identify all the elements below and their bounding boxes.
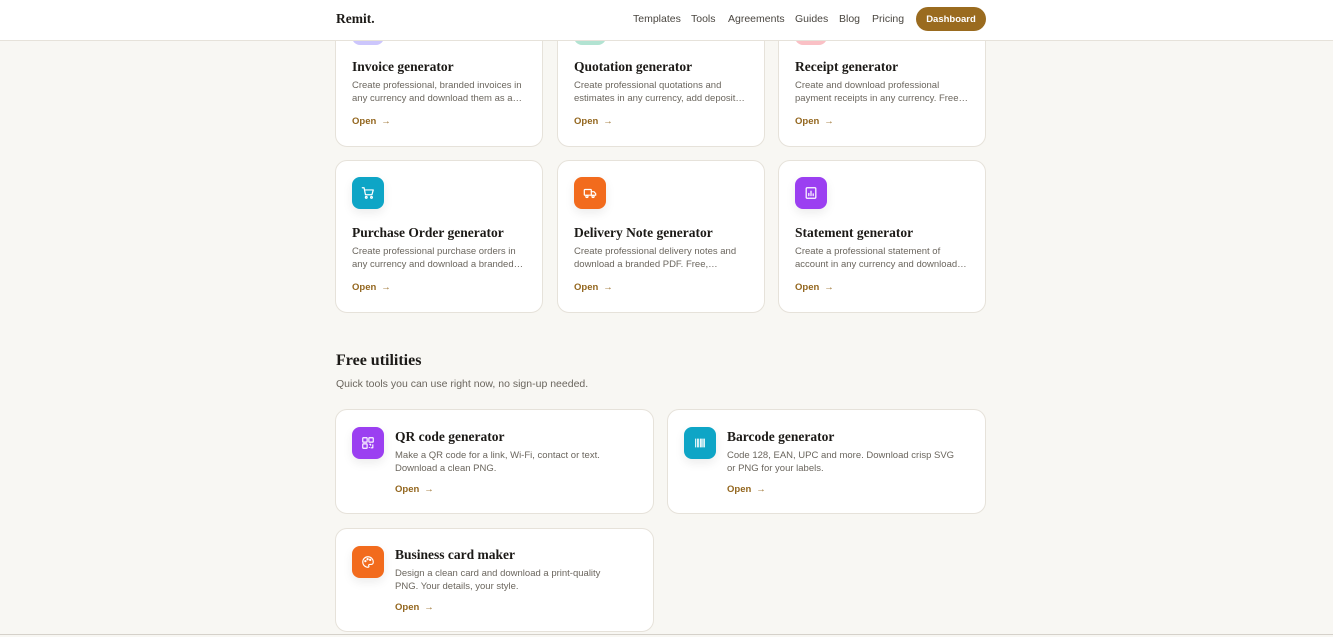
card-title: Invoice generator bbox=[352, 59, 454, 74]
arrow-right-icon: → bbox=[603, 116, 613, 127]
card-description: Create professional delivery notes and d… bbox=[574, 246, 737, 270]
card-delivery-note-generator[interactable]: Delivery Note generator Create professio… bbox=[557, 160, 765, 313]
card-business-card-maker[interactable]: Business card maker Design a clean card … bbox=[335, 528, 654, 632]
open-link[interactable]: Open → bbox=[795, 282, 834, 293]
palette-icon bbox=[352, 546, 384, 578]
truck-icon bbox=[574, 177, 606, 209]
arrow-right-icon: → bbox=[381, 282, 391, 293]
card-title: Purchase Order generator bbox=[352, 225, 504, 240]
card-barcode-generator[interactable]: Barcode generator Code 128, EAN, UPC and… bbox=[667, 409, 986, 514]
cart-icon bbox=[352, 177, 384, 209]
card-title: Receipt generator bbox=[795, 59, 899, 74]
open-link[interactable]: Open → bbox=[795, 116, 834, 127]
nav-tools[interactable]: Tools bbox=[691, 13, 716, 25]
nav-templates[interactable]: Templates bbox=[633, 13, 681, 25]
card-title: Business card maker bbox=[395, 547, 516, 562]
arrow-right-icon: → bbox=[424, 484, 434, 495]
card-title: Quotation generator bbox=[574, 59, 693, 74]
card-description: Create professional, branded invoices in… bbox=[352, 80, 523, 104]
card-description: Create professional purchase orders in a… bbox=[352, 246, 524, 270]
open-link[interactable]: Open → bbox=[574, 282, 613, 293]
arrow-right-icon: → bbox=[824, 116, 834, 127]
arrow-right-icon: → bbox=[603, 282, 613, 293]
card-statement-generator[interactable]: Statement generator Create a professiona… bbox=[778, 160, 986, 313]
open-link[interactable]: Open → bbox=[395, 484, 434, 495]
barcode-icon bbox=[684, 427, 716, 459]
site-header: Remit. Templates Tools Agreements Guides… bbox=[0, 0, 1333, 41]
open-link[interactable]: Open → bbox=[574, 116, 613, 127]
card-description: Create professional quotations and estim… bbox=[574, 80, 745, 104]
open-link[interactable]: Open → bbox=[352, 116, 391, 127]
open-link[interactable]: Open → bbox=[727, 484, 766, 495]
card-description: Design a clean card and download a print… bbox=[395, 568, 601, 592]
card-title: Statement generator bbox=[795, 225, 914, 240]
divider bbox=[0, 634, 1333, 635]
nav-pricing[interactable]: Pricing bbox=[872, 13, 904, 25]
dashboard-button[interactable]: Dashboard bbox=[916, 7, 986, 31]
card-description: Create a professional statement of accou… bbox=[795, 246, 967, 270]
card-description: Make a QR code for a link, Wi-Fi, contac… bbox=[395, 450, 600, 474]
section-title: Free utilities bbox=[336, 352, 422, 369]
qr-code-icon bbox=[352, 427, 384, 459]
chart-icon bbox=[795, 177, 827, 209]
open-link[interactable]: Open → bbox=[395, 602, 434, 613]
nav-guides[interactable]: Guides bbox=[795, 13, 828, 25]
card-description: Create and download professional payment… bbox=[795, 80, 969, 104]
arrow-right-icon: → bbox=[824, 282, 834, 293]
logo[interactable]: Remit. bbox=[336, 11, 375, 27]
card-title: Barcode generator bbox=[727, 429, 835, 444]
card-purchase-order-generator[interactable]: Purchase Order generator Create professi… bbox=[335, 160, 543, 313]
arrow-right-icon: → bbox=[381, 116, 391, 127]
arrow-right-icon: → bbox=[756, 484, 766, 495]
card-title: QR code generator bbox=[395, 429, 505, 444]
section-subtitle: Quick tools you can use right now, no si… bbox=[336, 378, 589, 390]
card-title: Delivery Note generator bbox=[574, 225, 713, 240]
open-link[interactable]: Open → bbox=[352, 282, 391, 293]
nav-agreements[interactable]: Agreements bbox=[728, 13, 785, 25]
card-qr-code-generator[interactable]: QR code generator Make a QR code for a l… bbox=[335, 409, 654, 514]
arrow-right-icon: → bbox=[424, 602, 434, 613]
nav-blog[interactable]: Blog bbox=[839, 13, 860, 25]
card-description: Code 128, EAN, UPC and more. Download cr… bbox=[727, 450, 955, 474]
